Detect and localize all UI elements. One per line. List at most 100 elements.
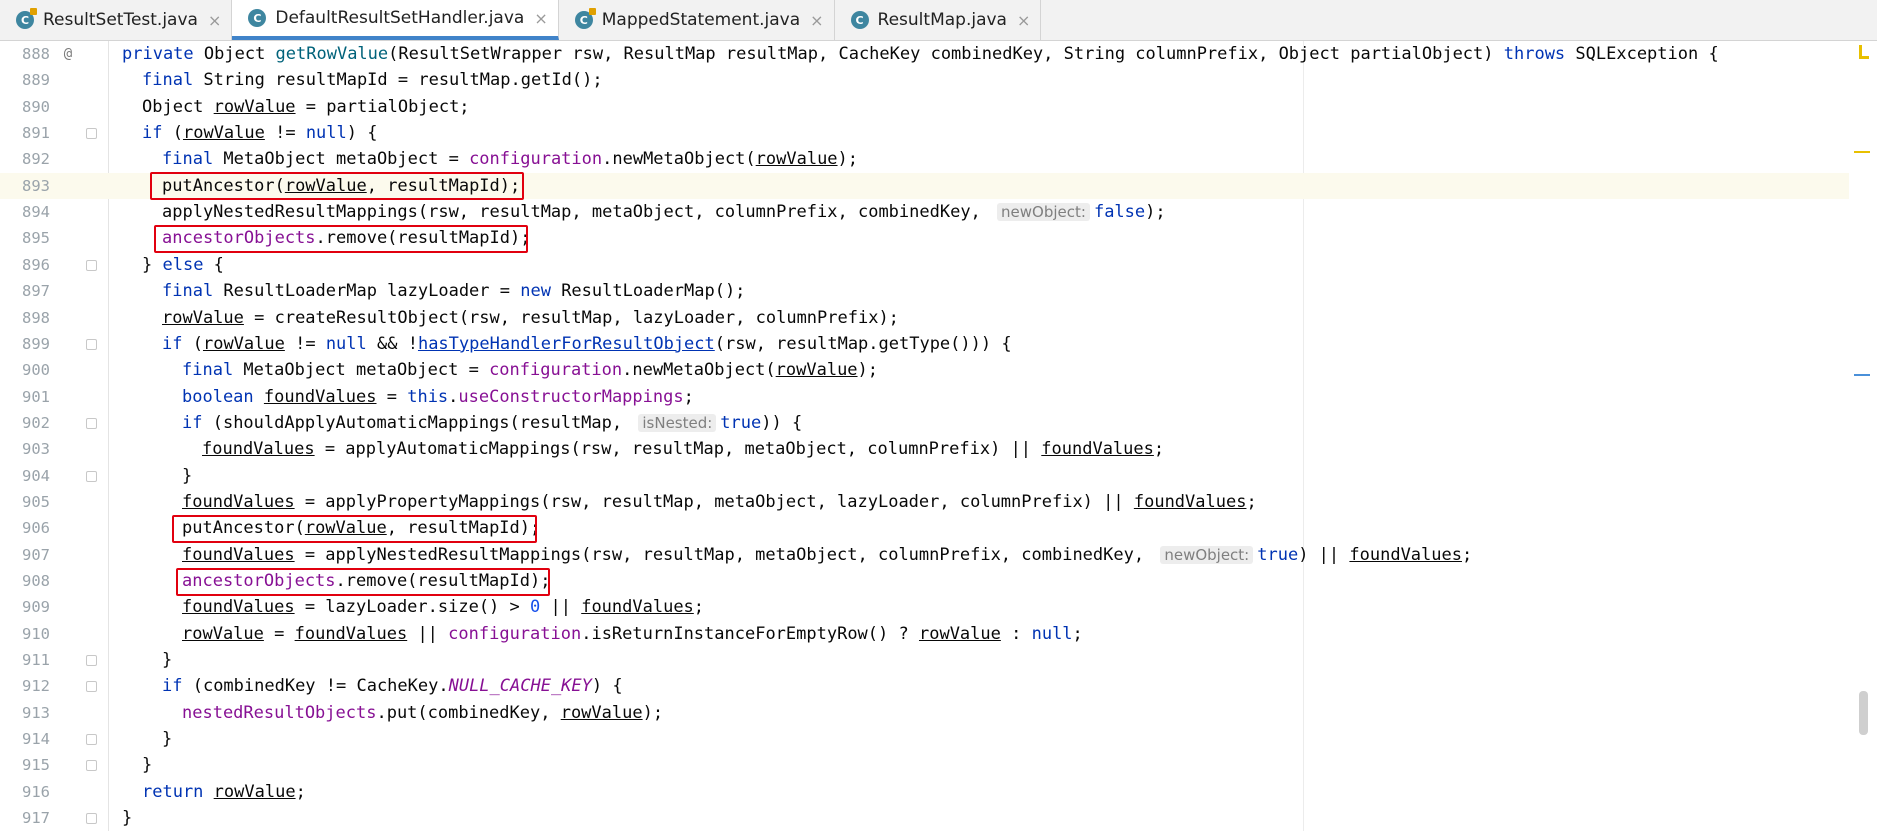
close-icon[interactable]: ×: [208, 11, 221, 30]
code-text[interactable]: }: [162, 647, 172, 673]
fold-icon[interactable]: [86, 417, 97, 429]
line-number: 904: [22, 466, 50, 485]
code-text[interactable]: rowValue = foundValues || configuration.…: [182, 621, 1083, 647]
code-line[interactable]: 888 @ private Object getRowValue(ResultS…: [0, 41, 1877, 67]
override-annotation-icon[interactable]: @: [58, 41, 78, 67]
parameter-hint: isNested:: [638, 413, 717, 432]
line-number: 899: [22, 334, 50, 353]
code-line[interactable]: 902 if (shouldApplyAutomaticMappings(res…: [0, 410, 1877, 436]
code-line[interactable]: 892 final MetaObject metaObject = config…: [0, 146, 1877, 172]
fold-icon[interactable]: [86, 681, 97, 693]
highlight-box-putancestor-893: [150, 172, 524, 200]
code-line[interactable]: 903 foundValues = applyAutomaticMappings…: [0, 436, 1877, 462]
line-number: 914: [22, 730, 50, 749]
fold-icon[interactable]: [86, 128, 97, 140]
code-line[interactable]: 914 }: [0, 726, 1877, 752]
scrollbar-thumb[interactable]: [1859, 691, 1868, 735]
info-stripe-marker[interactable]: [1854, 374, 1870, 376]
line-number: 897: [22, 282, 50, 301]
code-text[interactable]: }: [162, 726, 172, 752]
tab-resultmap[interactable]: C ResultMap.java ×: [835, 0, 1042, 40]
tab-defaultresultsethandler[interactable]: C DefaultResultSetHandler.java ×: [232, 0, 559, 40]
code-text[interactable]: }: [142, 752, 152, 778]
code-text[interactable]: boolean foundValues = this.useConstructo…: [182, 384, 694, 410]
code-line[interactable]: 896 } else {: [0, 252, 1877, 278]
code-line[interactable]: 897 final ResultLoaderMap lazyLoader = n…: [0, 278, 1877, 304]
code-line[interactable]: 890 Object rowValue = partialObject;: [0, 94, 1877, 120]
tab-resultsettest[interactable]: C ResultSetTest.java ×: [0, 0, 233, 40]
close-icon[interactable]: ×: [1017, 11, 1030, 30]
java-class-icon: C: [16, 8, 37, 29]
highlight-box-remove-908: [176, 568, 550, 596]
line-number: 888: [22, 45, 50, 63]
code-editor[interactable]: 888 @ private Object getRowValue(ResultS…: [0, 41, 1877, 831]
code-text[interactable]: if (shouldApplyAutomaticMappings(resultM…: [182, 410, 802, 436]
highlight-box-putancestor-906: [172, 515, 537, 543]
warning-stripe-marker[interactable]: [1854, 151, 1870, 153]
line-number: 900: [22, 361, 50, 380]
code-text[interactable]: final MetaObject metaObject = configurat…: [182, 357, 878, 383]
code-line[interactable]: 913 nestedResultObjects.put(combinedKey,…: [0, 700, 1877, 726]
code-line[interactable]: 915 }: [0, 752, 1877, 778]
line-number: 907: [22, 545, 50, 564]
code-line[interactable]: 912 if (combinedKey != CacheKey.NULL_CAC…: [0, 673, 1877, 699]
code-text[interactable]: if (rowValue != null && !hasTypeHandlerF…: [162, 331, 1012, 357]
code-text[interactable]: if (rowValue != null) {: [142, 120, 377, 146]
fold-icon[interactable]: [86, 470, 97, 482]
close-icon[interactable]: ×: [810, 11, 823, 30]
code-text[interactable]: foundValues = lazyLoader.size() > 0 || f…: [182, 594, 704, 620]
code-line[interactable]: 917 }: [0, 805, 1877, 831]
tab-label: MappedStatement.java: [601, 10, 801, 30]
code-text[interactable]: foundValues = applyPropertyMappings(rsw,…: [182, 489, 1257, 515]
code-line[interactable]: 891 if (rowValue != null) {: [0, 120, 1877, 146]
code-line[interactable]: 901 boolean foundValues = this.useConstr…: [0, 384, 1877, 410]
code-text[interactable]: applyNestedResultMappings(rsw, resultMap…: [162, 199, 1166, 225]
tab-mappedstatement[interactable]: C MappedStatement.java ×: [559, 0, 835, 40]
line-number: 909: [22, 598, 50, 617]
code-text[interactable]: final String resultMapId = resultMap.get…: [142, 67, 603, 93]
code-text[interactable]: private Object getRowValue(ResultSetWrap…: [122, 41, 1719, 67]
line-number: 905: [22, 492, 50, 511]
tab-label: ResultSetTest.java: [43, 10, 198, 30]
code-text[interactable]: if (combinedKey != CacheKey.NULL_CACHE_K…: [162, 673, 623, 699]
close-icon[interactable]: ×: [534, 9, 547, 28]
code-text[interactable]: Object rowValue = partialObject;: [142, 94, 470, 120]
code-text[interactable]: nestedResultObjects.put(combinedKey, row…: [182, 700, 663, 726]
code-text[interactable]: }: [182, 463, 192, 489]
code-line[interactable]: 905 foundValues = applyPropertyMappings(…: [0, 489, 1877, 515]
code-line[interactable]: 910 rowValue = foundValues || configurat…: [0, 621, 1877, 647]
code-text[interactable]: return rowValue;: [142, 779, 306, 805]
line-number: 911: [22, 651, 50, 670]
fold-icon[interactable]: [86, 655, 97, 667]
line-number: 893: [22, 176, 50, 195]
code-line[interactable]: 904 }: [0, 463, 1877, 489]
fold-icon[interactable]: [86, 259, 97, 271]
code-line[interactable]: 898 rowValue = createResultObject(rsw, r…: [0, 305, 1877, 331]
parameter-hint: newObject:: [1160, 545, 1254, 564]
line-number: 896: [22, 255, 50, 274]
code-line[interactable]: 900 final MetaObject metaObject = config…: [0, 357, 1877, 383]
code-line[interactable]: 916 return rowValue;: [0, 779, 1877, 805]
code-line[interactable]: 899 if (rowValue != null && !hasTypeHand…: [0, 331, 1877, 357]
fold-icon[interactable]: [86, 813, 97, 825]
inspection-status-icon[interactable]: [1859, 45, 1869, 59]
fold-icon[interactable]: [86, 760, 97, 772]
code-text[interactable]: foundValues = applyAutomaticMappings(rsw…: [202, 436, 1164, 462]
line-number: 912: [22, 677, 50, 696]
code-text[interactable]: final MetaObject metaObject = configurat…: [162, 146, 858, 172]
code-text[interactable]: rowValue = createResultObject(rsw, resul…: [162, 305, 899, 331]
code-text[interactable]: final ResultLoaderMap lazyLoader = new R…: [162, 278, 745, 304]
code-line[interactable]: 911 }: [0, 647, 1877, 673]
code-line[interactable]: 909 foundValues = lazyLoader.size() > 0 …: [0, 594, 1877, 620]
code-text[interactable]: } else {: [142, 252, 224, 278]
code-text[interactable]: foundValues = applyNestedResultMappings(…: [182, 542, 1472, 568]
fold-icon[interactable]: [86, 734, 97, 746]
line-number: 894: [22, 203, 50, 222]
fold-icon[interactable]: [86, 338, 97, 350]
code-line[interactable]: 889 final String resultMapId = resultMap…: [0, 67, 1877, 93]
line-number: 892: [22, 150, 50, 169]
editor-tab-bar: C ResultSetTest.java × C DefaultResultSe…: [0, 0, 1877, 41]
code-line[interactable]: 894 applyNestedResultMappings(rsw, resul…: [0, 199, 1877, 225]
code-line[interactable]: 907 foundValues = applyNestedResultMappi…: [0, 542, 1877, 568]
code-text[interactable]: }: [122, 805, 132, 831]
